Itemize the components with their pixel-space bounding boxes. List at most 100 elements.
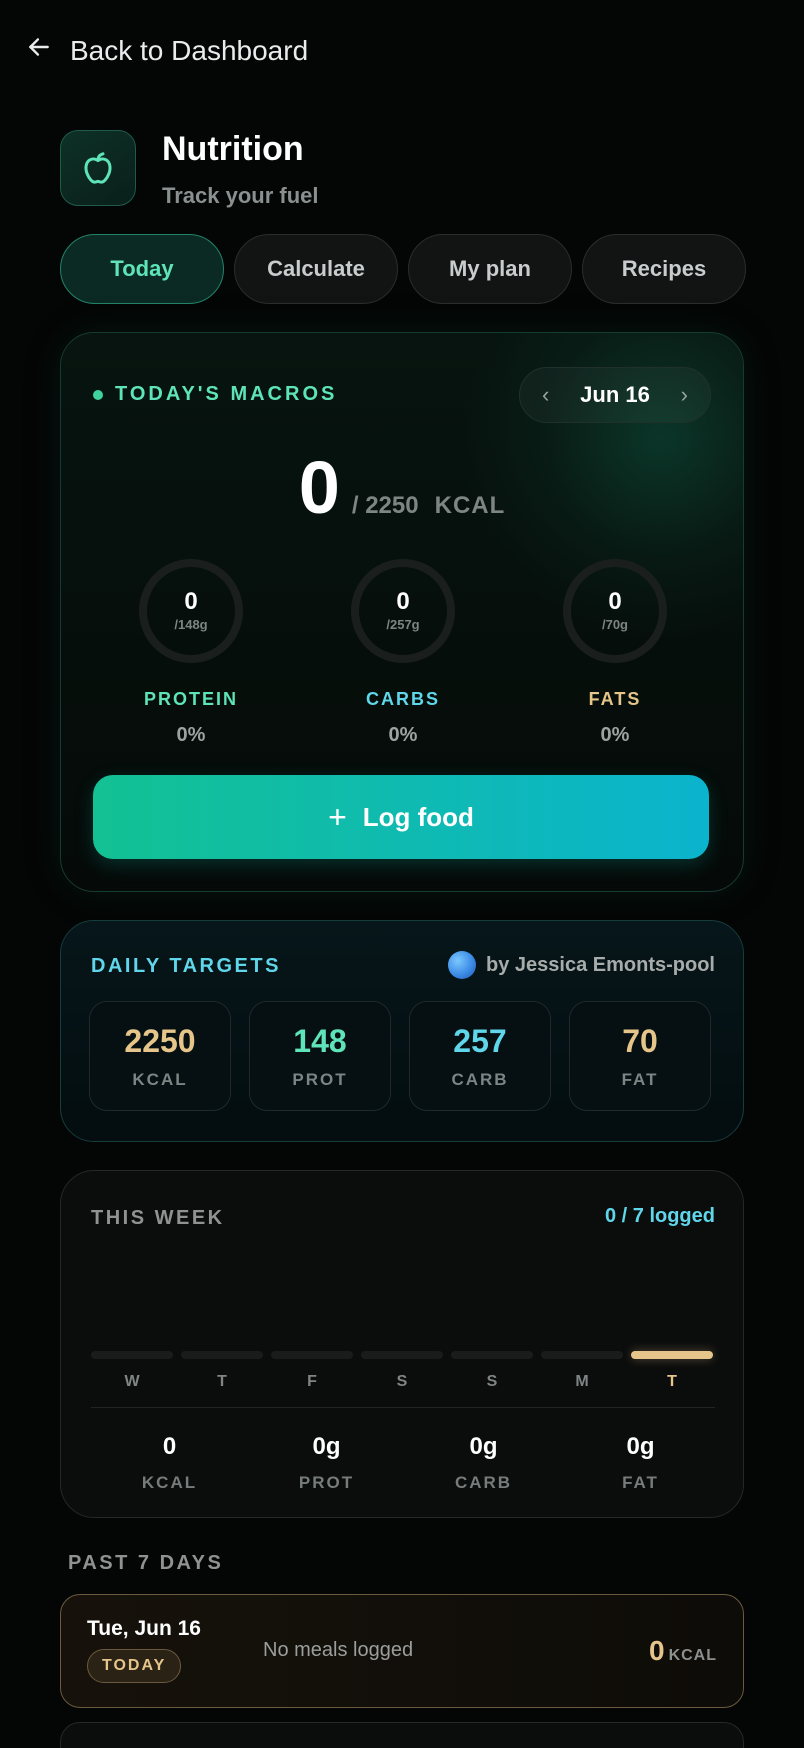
tab-my-plan[interactable]: My plan — [408, 234, 572, 304]
macros-heading: TODAY'S MACROS — [93, 383, 337, 406]
macro-carbs: 0 /257g CARBS 0% — [297, 559, 509, 747]
tab-today[interactable]: Today — [60, 234, 224, 304]
plan-author[interactable]: by Jessica Emonts-pool — [448, 951, 715, 979]
macros-heading-text: TODAY'S MACROS — [115, 383, 338, 405]
targets-heading: DAILY TARGETS — [91, 955, 281, 977]
carbs-label: CARBS — [365, 689, 440, 709]
week-kcal-value: 0 — [162, 1433, 177, 1460]
target-protein-value: 148 — [293, 1022, 347, 1059]
kcal-current: 0 — [298, 446, 340, 529]
day-label: W — [124, 1373, 140, 1390]
macro-protein: 0 /148g PROTEIN 0% — [85, 559, 297, 747]
carbs-target: /257g — [386, 617, 420, 632]
arrow-left-icon — [26, 34, 52, 67]
day-label: S — [486, 1373, 498, 1390]
week-fat-value: 0g — [626, 1433, 655, 1460]
apple-icon — [60, 130, 136, 206]
carbs-value: 0 — [396, 588, 410, 615]
fats-ring: 0 /70g — [563, 559, 667, 663]
author-name: by Jessica Emonts-pool — [486, 953, 715, 976]
this-week-card: THIS WEEK 0 / 7 logged W T F S S M T 0 K… — [60, 1170, 744, 1518]
day-entry-note: No meals logged — [263, 1639, 414, 1661]
day-label: F — [307, 1373, 317, 1390]
week-day[interactable]: M — [541, 1351, 623, 1391]
day-bar — [271, 1351, 353, 1359]
page-subtitle: Track your fuel — [162, 183, 319, 208]
target-fat-value: 70 — [622, 1022, 658, 1059]
week-protein-label: PROT — [298, 1473, 355, 1492]
chevron-right-icon[interactable]: › — [681, 382, 688, 408]
protein-target: /148g — [174, 617, 208, 632]
week-day[interactable]: F — [271, 1351, 353, 1391]
day-kcal-unit: KCAL — [668, 1647, 717, 1664]
target-protein-label: PROT — [292, 1069, 348, 1089]
tab-bar: Today Calculate My plan Recipes — [60, 234, 746, 304]
target-kcal-value: 2250 — [124, 1022, 196, 1059]
target-carb: 257 CARB — [409, 1001, 551, 1111]
week-protein-value: 0g — [312, 1433, 341, 1460]
status-dot-icon — [93, 389, 103, 400]
week-day[interactable]: W — [91, 1351, 173, 1391]
day-bar-current — [631, 1351, 713, 1359]
week-fat-label: FAT — [622, 1473, 659, 1492]
plus-icon: + — [328, 799, 347, 835]
target-fat-label: FAT — [621, 1069, 659, 1089]
protein-percent: 0% — [176, 724, 206, 746]
week-stat-kcal: 0 KCAL — [91, 1433, 248, 1493]
day-entry-row[interactable]: Tue, Jun 16 TODAY No meals logged 0 KCAL — [60, 1594, 744, 1708]
week-bars: W T F S S M T — [91, 1351, 713, 1391]
day-entry-date: Tue, Jun 16 — [87, 1617, 201, 1640]
kcal-target: / 2250 — [351, 492, 419, 519]
day-label-current: T — [667, 1373, 677, 1390]
log-food-button[interactable]: + Log food — [93, 775, 709, 859]
week-day[interactable]: S — [361, 1351, 443, 1391]
week-stat-protein: 0g PROT — [248, 1433, 405, 1493]
tab-calculate[interactable]: Calculate — [234, 234, 398, 304]
week-kcal-label: KCAL — [141, 1473, 198, 1492]
fats-value: 0 — [608, 588, 622, 615]
week-day-current[interactable]: T — [631, 1351, 713, 1391]
day-entry-row-partial[interactable] — [60, 1722, 744, 1748]
day-label: S — [396, 1373, 408, 1390]
day-kcal-value: 0 — [648, 1635, 665, 1666]
avatar — [448, 951, 477, 979]
week-stats: 0 KCAL 0g PROT 0g CARB 0g FAT — [91, 1433, 719, 1493]
week-day[interactable]: S — [451, 1351, 533, 1391]
target-kcal-label: KCAL — [132, 1069, 188, 1089]
day-bar — [91, 1351, 173, 1359]
fats-target: /70g — [601, 617, 628, 632]
day-entry-kcal: 0 KCAL — [649, 1635, 717, 1667]
protein-label: PROTEIN — [143, 689, 238, 709]
date-navigator: ‹ Jun 16 › — [519, 367, 711, 423]
day-bar — [181, 1351, 263, 1359]
week-day[interactable]: T — [181, 1351, 263, 1391]
nutrition-page: Back to Dashboard Nutrition Track your f… — [0, 0, 804, 1748]
day-bar — [451, 1351, 533, 1359]
divider — [91, 1407, 715, 1408]
back-to-dashboard-link[interactable]: Back to Dashboard — [26, 34, 308, 67]
target-kcal: 2250 KCAL — [89, 1001, 231, 1111]
back-label: Back to Dashboard — [70, 34, 309, 66]
week-heading: THIS WEEK — [91, 1207, 225, 1229]
daily-targets-card: DAILY TARGETS by Jessica Emonts-pool 225… — [60, 920, 744, 1142]
carbs-ring: 0 /257g — [351, 559, 455, 663]
target-carb-label: CARB — [451, 1069, 509, 1089]
week-carb-label: CARB — [454, 1473, 513, 1492]
fats-percent: 0% — [600, 724, 630, 746]
kcal-unit: KCAL — [434, 492, 506, 519]
todays-macros-card: TODAY'S MACROS ‹ Jun 16 › 0 / 2250 KCAL … — [60, 332, 744, 892]
past-days-heading: PAST 7 DAYS — [68, 1552, 224, 1574]
protein-value: 0 — [184, 588, 198, 615]
target-protein: 148 PROT — [249, 1001, 391, 1111]
today-badge: TODAY — [87, 1649, 182, 1683]
fats-label: FATS — [588, 689, 642, 709]
chevron-left-icon[interactable]: ‹ — [542, 382, 549, 408]
day-bar — [541, 1351, 623, 1359]
week-carb-value: 0g — [469, 1433, 498, 1460]
macro-fats: 0 /70g FATS 0% — [509, 559, 721, 747]
target-fat: 70 FAT — [569, 1001, 711, 1111]
tab-recipes[interactable]: Recipes — [582, 234, 746, 304]
target-boxes: 2250 KCAL 148 PROT 257 CARB 70 FAT — [89, 1001, 711, 1111]
macro-rings: 0 /148g PROTEIN 0% 0 /257g CARBS 0% 0 /7… — [61, 559, 743, 747]
kcal-summary: 0 / 2250 KCAL — [61, 445, 743, 530]
